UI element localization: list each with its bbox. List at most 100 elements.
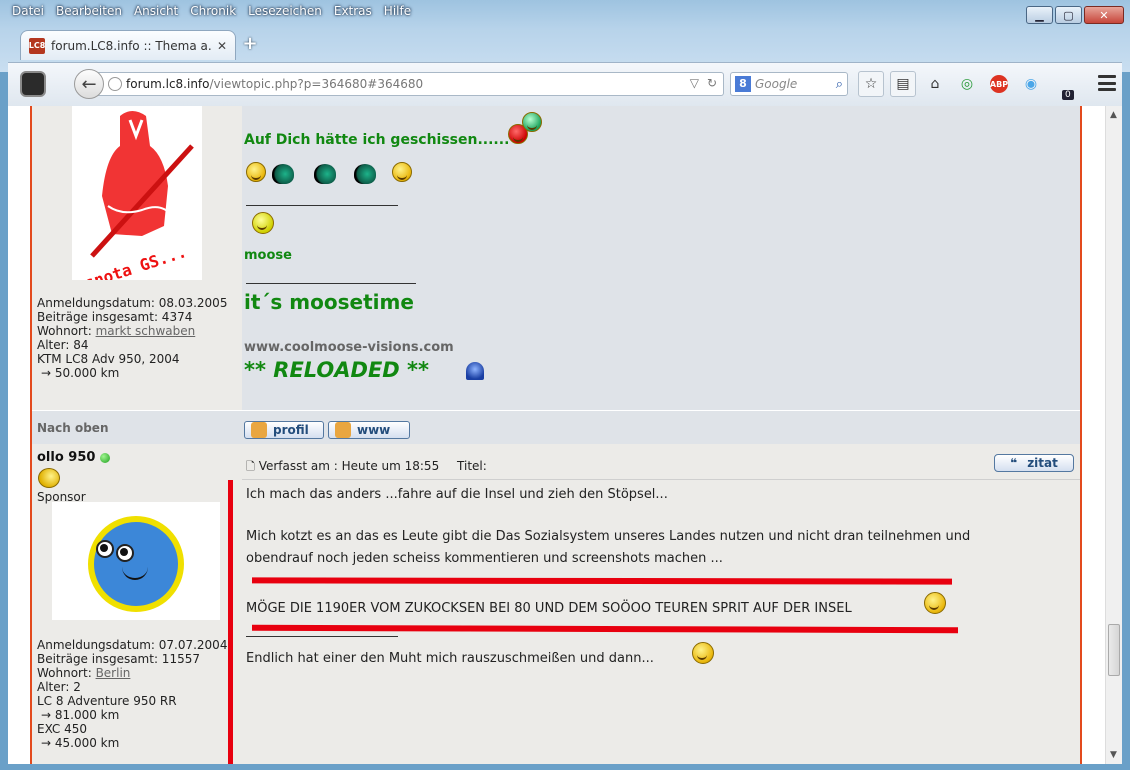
avatar — [52, 502, 220, 620]
scroll-thumb[interactable] — [1108, 624, 1120, 676]
browser-tab[interactable]: LC8 forum.LC8.info :: Thema a... ✕ — [20, 30, 236, 60]
menu-chronik[interactable]: Chronik — [184, 2, 242, 20]
search-engine-icon[interactable]: 8 — [735, 76, 751, 92]
home-icon[interactable]: ⌂ — [922, 71, 948, 97]
search-bar[interactable]: 8 Google ⌕ — [730, 72, 848, 96]
post-separator — [242, 479, 1080, 480]
profile-info: Anmeldungsdatum: 07.07.2004 Beiträge ins… — [37, 638, 227, 750]
bookmark-star-icon[interactable]: ☆ — [858, 71, 884, 97]
post-count: Beiträge insgesamt: 11557 — [37, 652, 200, 666]
ninja-smiley-icon — [272, 164, 294, 184]
navigation-bar: forum.lc8.info /viewtopic.php?p=364680#3… — [8, 62, 1122, 106]
post-line-4: MÖGE DIE 1190ER VOM ZUKOCKSEN BEI 80 UND… — [246, 601, 852, 616]
location-link[interactable]: markt schwaben — [96, 324, 196, 338]
url-bar[interactable]: forum.lc8.info /viewtopic.php?p=364680#3… — [98, 72, 724, 96]
quote-icon: ❝ — [1010, 456, 1018, 470]
window-controls: ▁ ▢ ✕ — [1026, 6, 1124, 24]
age: Alter: 84 — [37, 338, 89, 352]
grin-smiley-icon — [522, 112, 542, 132]
quote-button[interactable]: ❝ zitat — [994, 454, 1074, 472]
mileage: → 81.000 km — [41, 708, 120, 722]
ghostery-icon[interactable]: ◉ — [1018, 71, 1044, 97]
scroll-down-icon[interactable]: ▼ — [1110, 750, 1117, 760]
maximize-button[interactable]: ▢ — [1055, 6, 1082, 24]
blue-smiley-avatar — [88, 516, 184, 612]
mouth — [122, 566, 148, 580]
sync-icon[interactable]: ◎ — [954, 71, 980, 97]
post-line-5: Endlich hat einer den Muht mich rauszusc… — [246, 651, 654, 666]
age: Alter: 2 — [37, 680, 81, 694]
signature-divider — [246, 636, 398, 637]
minimize-button[interactable]: ▁ — [1026, 6, 1053, 24]
page-viewport: snota GS... Anmeldungsdatum: 08.03.2005 … — [8, 106, 1122, 764]
search-input[interactable]: Google — [755, 77, 832, 91]
menu-datei[interactable]: Datei — [6, 2, 50, 20]
close-window-button[interactable]: ✕ — [1084, 6, 1124, 24]
forum-topic: snota GS... Anmeldungsdatum: 08.03.2005 … — [30, 106, 1082, 764]
ghostery-badge: 0 — [1062, 90, 1074, 100]
post-meta: 🗋 Verfasst am : Heute um 18:55 Titel: — [246, 459, 487, 473]
bike: LC 8 Adventure 950 RR — [37, 694, 177, 708]
signature-moose: moose — [244, 248, 292, 263]
menu-bearbeiten[interactable]: Bearbeiten — [50, 2, 128, 20]
vertical-scrollbar[interactable]: ▲ ▼ — [1105, 106, 1122, 764]
post-icon: 🗋 — [246, 460, 255, 473]
new-tab-button[interactable]: + — [240, 34, 260, 54]
profile-icon — [251, 422, 267, 438]
signature-reloaded: ** RELOADED ** — [244, 358, 430, 382]
signature-divider — [246, 283, 416, 284]
favicon-icon: LC8 — [29, 37, 45, 54]
signature-line-1: Auf Dich hätte ich geschissen...... — [244, 132, 510, 148]
post-1: snota GS... Anmeldungsdatum: 08.03.2005 … — [32, 106, 1080, 410]
url-host: forum.lc8.info — [126, 77, 210, 91]
location-row: Wohnort: Berlin — [37, 666, 131, 680]
profile-button[interactable]: profil — [244, 421, 324, 439]
scroll-up-icon[interactable]: ▲ — [1110, 110, 1117, 120]
menu-lesezeichen[interactable]: Lesezeichen — [242, 2, 328, 20]
tab-title: forum.LC8.info :: Thema a... — [51, 38, 211, 53]
mileage: → 50.000 km — [41, 366, 120, 380]
menu-extras[interactable]: Extras — [328, 2, 378, 20]
back-button[interactable]: ← — [74, 69, 104, 99]
signature-moosetime: it´s moosetime — [244, 290, 414, 314]
author-name[interactable]: ollo 950 — [37, 450, 110, 465]
post-2: ollo 950 Sponsor Anmeldungsdatum: 07.07.… — [32, 444, 1080, 764]
siren-icon — [466, 362, 484, 380]
dropdown-icon[interactable]: ▽ — [690, 76, 699, 90]
post-line-2: Mich kotzt es an das es Leute gibt die D… — [246, 529, 971, 544]
tab-close-icon[interactable]: ✕ — [217, 39, 227, 53]
avatar-figure: snota GS... — [82, 111, 194, 293]
avatar: snota GS... — [72, 106, 202, 293]
signature-website: www.coolmoose-visions.com — [244, 340, 454, 355]
app-menu-icon[interactable] — [20, 71, 46, 97]
eye — [96, 540, 114, 558]
profile-info: Anmeldungsdatum: 08.03.2005 Beiträge ins… — [37, 296, 227, 380]
reading-list-icon[interactable]: ▤ — [890, 71, 916, 97]
www-button[interactable]: www — [328, 421, 410, 439]
grin-smiley-icon — [924, 592, 946, 614]
menu-ansicht[interactable]: Ansicht — [128, 2, 184, 20]
eye — [116, 544, 134, 562]
post-line-3: obendrauf noch jeden scheiss kommentiere… — [246, 551, 723, 566]
smiley-icon — [392, 162, 412, 182]
red-highlight-line — [228, 480, 233, 764]
to-top-link[interactable]: Nach oben — [37, 421, 109, 435]
ninja-smiley-icon — [354, 164, 376, 184]
url-actions: ▽ ↻ — [690, 76, 717, 90]
search-icon[interactable]: ⌕ — [836, 77, 843, 92]
ninja-smiley-icon — [314, 164, 336, 184]
menu-hilfe[interactable]: Hilfe — [378, 2, 417, 20]
registered-date: Anmeldungsdatum: 08.03.2005 — [37, 296, 228, 310]
post-line-1: Ich mach das anders ...fahre auf die Ins… — [246, 487, 668, 502]
adblock-icon[interactable]: ABP — [986, 71, 1012, 97]
signature-divider — [246, 205, 398, 206]
mileage: → 45.000 km — [41, 736, 120, 750]
reload-icon[interactable]: ↻ — [707, 76, 717, 90]
location-link[interactable]: Berlin — [96, 666, 131, 680]
menu-bar: Datei Bearbeiten Ansicht Chronik Lesezei… — [6, 2, 417, 20]
smiley-icon — [246, 162, 266, 182]
red-underline — [251, 577, 953, 585]
menu-hamburger-icon[interactable] — [1098, 75, 1116, 91]
globe-icon — [108, 77, 122, 91]
post-2-profile: ollo 950 Sponsor Anmeldungsdatum: 07.07.… — [32, 444, 240, 764]
